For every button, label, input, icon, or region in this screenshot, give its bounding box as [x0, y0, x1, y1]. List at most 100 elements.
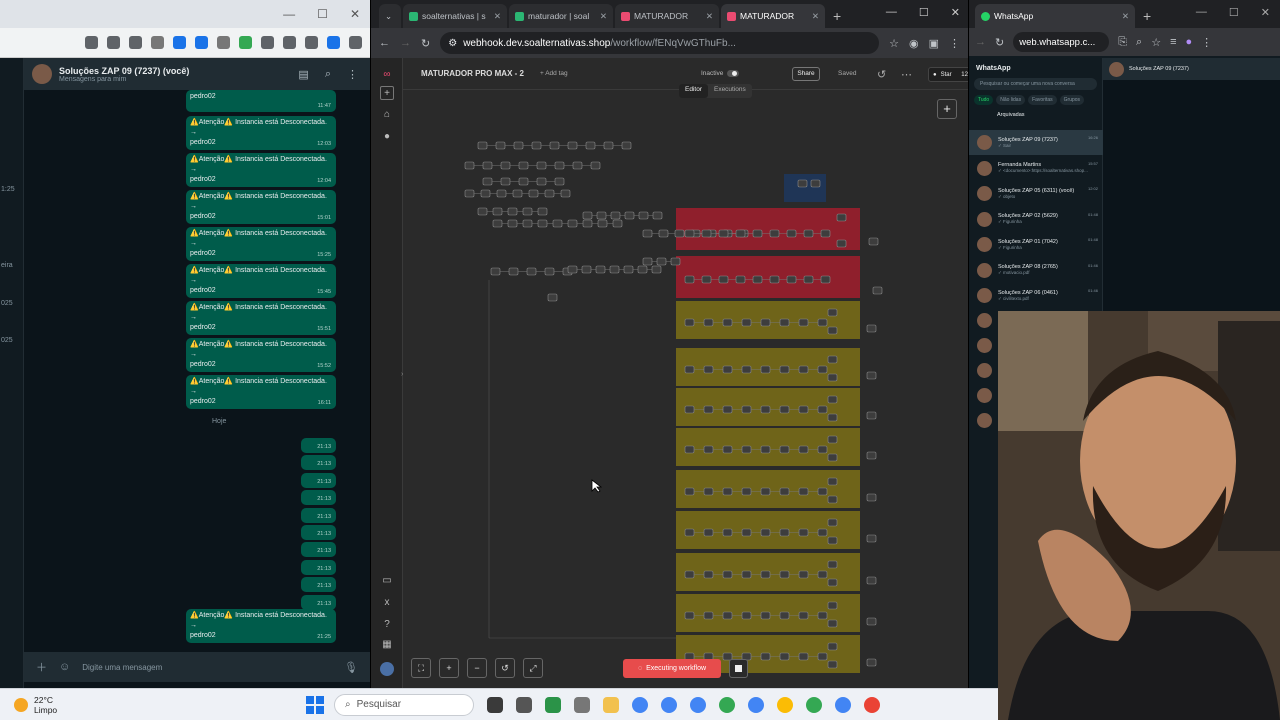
site-info-icon[interactable]: ⚙: [448, 38, 457, 49]
minimize-icon[interactable]: —: [283, 7, 295, 21]
share-button[interactable]: Share: [792, 67, 820, 81]
media-icon[interactable]: [305, 36, 318, 49]
forward-icon[interactable]: →: [975, 36, 986, 48]
toggle-switch[interactable]: [727, 70, 740, 77]
new-tab-button[interactable]: +: [827, 8, 847, 28]
history-icon[interactable]: ↺: [877, 68, 886, 81]
avatar[interactable]: [32, 64, 52, 84]
attach-icon[interactable]: ＋: [36, 659, 47, 675]
chat-list-item[interactable]: Soluções ZAP 06 (0461) ✓ civilitexto.pdf 0…: [969, 283, 1103, 308]
task-view-icon[interactable]: [487, 696, 503, 713]
close-tab-icon[interactable]: ✕: [706, 11, 713, 22]
close-tab-icon[interactable]: ✕: [812, 11, 819, 22]
filter-unread[interactable]: Não lidas: [996, 95, 1026, 105]
profile-icon[interactable]: [327, 36, 340, 49]
chrome-icon[interactable]: [661, 696, 677, 713]
gift-icon[interactable]: ▦: [380, 638, 394, 652]
star-icon[interactable]: ☆: [1151, 36, 1161, 49]
chat-list-item[interactable]: Soluções ZAP 08 (2765) ✓ motivacio.pdf 01:…: [969, 258, 1103, 283]
more-icon[interactable]: ⋮: [347, 68, 358, 81]
chrome-icon[interactable]: [632, 696, 648, 713]
emoji-icon[interactable]: ☺: [59, 661, 70, 673]
archived-row[interactable]: Arquivadas: [997, 112, 1102, 118]
close-icon[interactable]: ✕: [951, 6, 960, 19]
menu-icon[interactable]: [349, 36, 362, 49]
chat-list-item[interactable]: Soluções ZAP 05 (6311) (você) ✓ objeto 12:…: [969, 181, 1103, 206]
active-toggle[interactable]: Inactive: [701, 70, 740, 77]
chat-header[interactable]: Soluções ZAP 09 (7237) (você) Mensagens …: [24, 58, 370, 90]
back-icon[interactable]: ←: [379, 37, 390, 49]
browser-tab[interactable]: MATURADOR ✕: [615, 4, 719, 28]
media-icon[interactable]: ≡: [1170, 36, 1176, 48]
zoom-out-button[interactable]: −: [467, 658, 487, 678]
maximize-icon[interactable]: ☐: [1229, 6, 1239, 19]
maximize-icon[interactable]: ☐: [919, 6, 929, 19]
extension-icon[interactable]: [173, 36, 186, 49]
expand-panel-icon[interactable]: ›: [401, 371, 403, 378]
zoom-in-button[interactable]: +: [439, 658, 459, 678]
new-tab-button[interactable]: +: [1135, 8, 1159, 28]
tab-search-button[interactable]: ⌄: [379, 4, 401, 28]
browser-tab-active[interactable]: WhatsApp ✕: [975, 4, 1135, 28]
browser-tab[interactable]: soalternativas | s ✕: [403, 4, 507, 28]
conversation-body[interactable]: [1103, 80, 1280, 312]
chat-messages[interactable]: pedro02 11:47 ⚠️Atenção⚠️ Instancia está…: [24, 90, 370, 650]
chrome-icon[interactable]: [719, 696, 735, 713]
extension-icon[interactable]: [195, 36, 208, 49]
filter-all[interactable]: Tudo: [974, 95, 994, 105]
add-tag-button[interactable]: + Add tag: [540, 70, 568, 77]
extension-icon[interactable]: [239, 36, 252, 49]
avatar[interactable]: [380, 662, 394, 676]
chat-list-item[interactable]: Soluções ZAP 09 (7237) ✓ Sair 16:26: [969, 130, 1103, 155]
chrome-icon[interactable]: [835, 696, 851, 713]
app-icon[interactable]: [516, 696, 532, 713]
calculator-icon[interactable]: [574, 696, 590, 713]
profile-icon[interactable]: ●: [1186, 36, 1193, 48]
avatar[interactable]: [1109, 61, 1124, 77]
puzzle-icon[interactable]: [283, 36, 296, 49]
url-field[interactable]: web.whatsapp.c...: [1013, 32, 1110, 52]
reload-icon[interactable]: ↻: [421, 37, 430, 50]
add-icon[interactable]: +: [380, 86, 394, 100]
close-icon[interactable]: ✕: [350, 7, 360, 21]
chrome-icon[interactable]: [777, 696, 793, 713]
extension-icon[interactable]: ◉: [909, 37, 919, 50]
minimize-icon[interactable]: —: [1196, 6, 1207, 19]
extension-icon[interactable]: [217, 36, 230, 49]
maximize-icon[interactable]: ☐: [317, 7, 328, 21]
close-tab-icon[interactable]: ✕: [494, 11, 501, 22]
app-icon[interactable]: [545, 696, 561, 713]
reload-icon[interactable]: ↻: [995, 36, 1004, 49]
chat-list-item[interactable]: Fernanda Martins ✓ <documento>:https://so…: [969, 156, 1103, 181]
filter-favorites[interactable]: Favoritas: [1028, 95, 1057, 105]
browser-tab-active[interactable]: MATURADOR ✕: [721, 4, 825, 28]
search-icon[interactable]: ⌕: [325, 68, 331, 81]
windows-start-icon[interactable]: [306, 695, 324, 714]
camera-icon[interactable]: [261, 36, 274, 49]
zoom-icon[interactable]: ⌕: [1136, 36, 1142, 49]
chrome-icon[interactable]: [690, 696, 706, 713]
microphone-icon[interactable]: 🎙: [344, 661, 358, 674]
close-icon[interactable]: ✕: [1261, 6, 1270, 19]
chrome-icon[interactable]: [864, 696, 880, 713]
shop-icon[interactable]: ▤: [298, 68, 308, 81]
help-icon[interactable]: ?: [380, 618, 394, 632]
reset-zoom-button[interactable]: ↺: [495, 658, 515, 678]
chat-list-item[interactable]: Soluções ZAP 02 (5629) ✓ Figurinha 01:48: [969, 207, 1103, 232]
close-tab-icon[interactable]: ✕: [1122, 11, 1129, 22]
chrome-icon[interactable]: [806, 696, 822, 713]
forward-icon[interactable]: →: [400, 37, 411, 49]
puzzle-icon[interactable]: ▣: [929, 37, 939, 50]
stop-execution-button[interactable]: [729, 659, 748, 678]
file-explorer-icon[interactable]: [603, 696, 619, 713]
user-icon[interactable]: ●: [380, 130, 394, 144]
variables-icon[interactable]: x: [380, 596, 394, 610]
url-field[interactable]: ⚙ webhook.dev.soalternativas.shop/workfl…: [440, 32, 880, 54]
filter-groups[interactable]: Grupos: [1059, 95, 1085, 105]
star-icon[interactable]: ☆: [889, 37, 899, 50]
fit-view-button[interactable]: ⛶: [411, 658, 431, 678]
chat-list-item[interactable]: Soluções ZAP 01 (7042) ✓ Figurinha 01:48: [969, 232, 1103, 257]
workflow-canvas[interactable]: [403, 90, 969, 688]
tidy-up-button[interactable]: ⤢: [523, 658, 543, 678]
extension-icon[interactable]: [151, 36, 164, 49]
